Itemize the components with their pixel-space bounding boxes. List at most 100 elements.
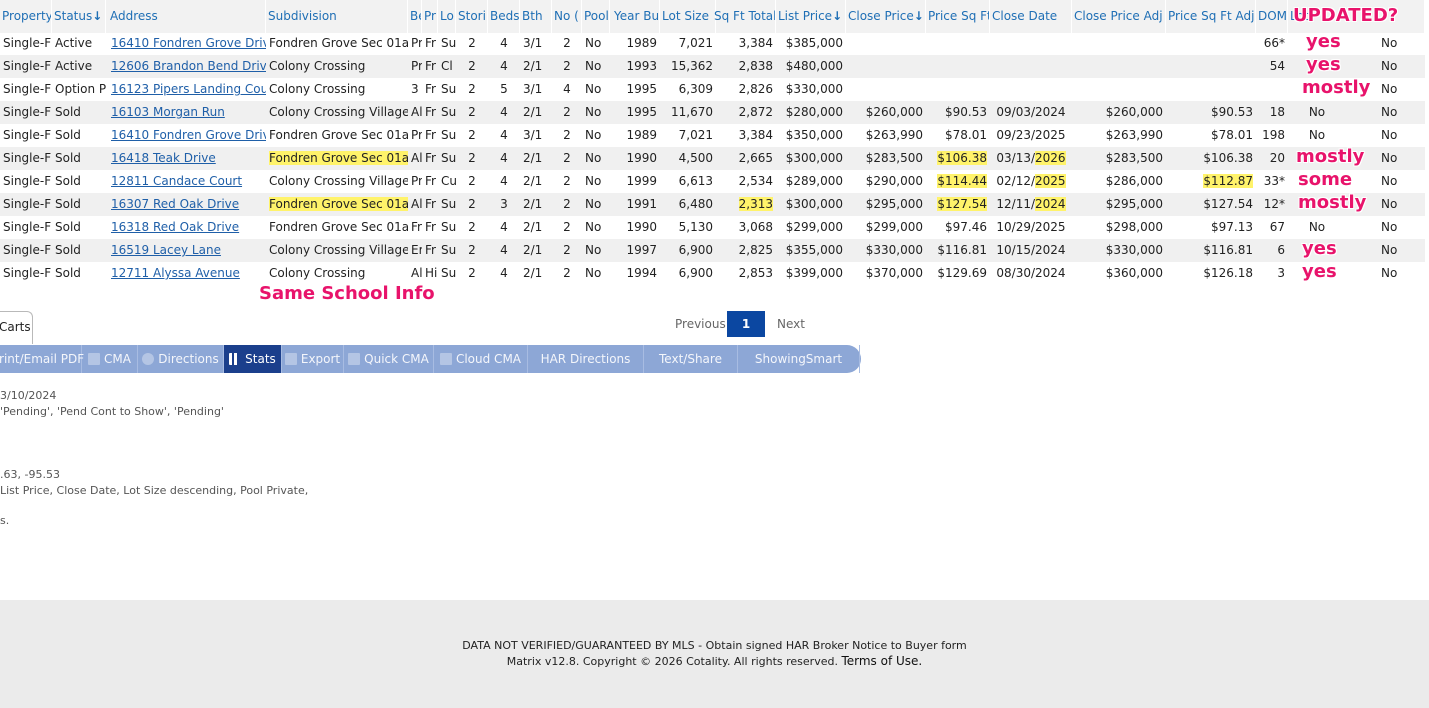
table-cell: 4: [488, 262, 520, 285]
address-link[interactable]: 16418 Teak Drive: [111, 151, 216, 165]
toolbar-button[interactable]: Directions: [138, 345, 224, 373]
table-cell: $78.01: [1166, 124, 1256, 147]
column-header[interactable]: Bth: [520, 0, 552, 33]
column-header[interactable]: Beds: [488, 0, 520, 33]
column-header[interactable]: List Price↓: [776, 0, 846, 33]
toolbar-button[interactable]: Export: [282, 345, 344, 373]
toolbar-button[interactable]: Cloud CMA: [434, 345, 528, 373]
table-row[interactable]: Single-F Sold 12811 Candace Court Colony Cr…: [0, 170, 1425, 193]
table-row[interactable]: Single-F Sold 16318 Red Oak Drive Fondren G…: [0, 216, 1425, 239]
current-page[interactable]: 1: [727, 311, 765, 337]
terms-link[interactable]: Terms of Use.: [841, 654, 922, 668]
cell-value: 2: [468, 128, 476, 142]
cell-value: No: [1381, 174, 1398, 188]
cell-value: 4: [500, 243, 508, 257]
cell-value: No: [1381, 36, 1398, 50]
table-cell: 16318 Red Oak Drive: [108, 216, 266, 239]
toolbar-button[interactable]: ShowingSmart: [738, 345, 860, 373]
toolbar-button[interactable]: Text/Share: [644, 345, 738, 373]
table-cell: 2: [456, 55, 488, 78]
table-cell: $330,000: [846, 239, 926, 262]
column-header[interactable]: Year Bu: [612, 0, 660, 33]
cell-value: Sold: [55, 151, 81, 165]
table-cell: No: [582, 193, 610, 216]
cell-value: 3: [500, 197, 508, 211]
next-page-link[interactable]: Next: [777, 311, 805, 337]
table-row[interactable]: Single-F Sold 16410 Fondren Grove Drive Fon…: [0, 124, 1425, 147]
address-link[interactable]: 16307 Red Oak Drive: [111, 197, 239, 211]
cell-value: 2,853: [738, 266, 773, 280]
column-header[interactable]: Close Price Adj: [1072, 0, 1166, 33]
table-row[interactable]: Single-F Sold 16519 Lacey Lane Colony Cross…: [0, 239, 1425, 262]
column-header[interactable]: Be: [408, 0, 422, 33]
cell-value: 1993: [626, 59, 657, 73]
address-link[interactable]: 16410 Fondren Grove Drive: [111, 128, 266, 142]
cell-value: $360,000: [1105, 266, 1163, 280]
previous-page-link[interactable]: Previous: [675, 311, 726, 337]
column-header[interactable]: Status↓: [52, 0, 106, 33]
table-cell: 3,384: [712, 32, 776, 55]
sort-descending-icon[interactable]: ↓: [832, 9, 842, 23]
table-cell: Fondren Grove Sec 01a F: [266, 216, 408, 239]
cell-value: Sold: [55, 174, 81, 188]
address-link[interactable]: 16123 Pipers Landing Court: [111, 82, 266, 96]
column-header[interactable]: Address: [108, 0, 266, 33]
column-header[interactable]: Property: [0, 0, 52, 33]
column-header[interactable]: Stori: [456, 0, 488, 33]
address-link[interactable]: 12811 Candace Court: [111, 174, 242, 188]
table-row[interactable]: Single-F Active 12606 Brandon Bend Drive Co…: [0, 55, 1425, 78]
row-note: some: [1298, 169, 1353, 190]
cell-value: $283,500: [865, 151, 923, 165]
column-header[interactable]: Pool: [582, 0, 610, 33]
table-cell: 4: [488, 124, 520, 147]
cell-value: 2: [563, 36, 571, 50]
column-header[interactable]: DOM: [1256, 0, 1288, 33]
cell-value: 2: [468, 59, 476, 73]
column-header[interactable]: Lot Size: [660, 0, 716, 33]
table-row[interactable]: Single-F Active 16410 Fondren Grove Drive F…: [0, 32, 1425, 55]
cell-value: 2: [563, 151, 571, 165]
column-header[interactable]: Lo: [438, 0, 456, 33]
table-cell: $106.38: [1166, 147, 1256, 170]
cell-value: Fr: [411, 220, 422, 234]
address-link[interactable]: 16103 Morgan Run: [111, 105, 225, 119]
table-row[interactable]: Single-F Sold 12711 Alyssa Avenue Colony Cr…: [0, 262, 1425, 285]
column-header[interactable]: Close Price↓: [846, 0, 926, 33]
table-cell: 12606 Brandon Bend Drive: [108, 55, 266, 78]
column-header[interactable]: Subdivision: [266, 0, 408, 33]
column-header[interactable]: Close Date: [990, 0, 1072, 33]
cell-value-highlight: 2026: [1035, 151, 1066, 165]
address-link[interactable]: 16410 Fondren Grove Drive: [111, 36, 266, 50]
address-link[interactable]: 12711 Alyssa Avenue: [111, 266, 240, 280]
toolbar-button[interactable]: Stats: [224, 345, 282, 373]
toolbar-button[interactable]: CMA: [82, 345, 138, 373]
tab-carts[interactable]: Carts: [0, 311, 33, 344]
cell-value: 4: [500, 128, 508, 142]
table-cell: $300,000: [776, 193, 846, 216]
table-row[interactable]: Single-F Sold 16103 Morgan Run Colony Cross…: [0, 101, 1425, 124]
sort-descending-icon[interactable]: ↓: [92, 9, 102, 23]
table-row[interactable]: Single-F Sold 16307 Red Oak Drive Fondren G…: [0, 193, 1425, 216]
table-cell: 2: [456, 101, 488, 124]
sort-descending-icon[interactable]: ↓: [914, 9, 924, 23]
column-header[interactable]: Price Sq Ft Adj: [1166, 0, 1256, 33]
table-row[interactable]: Single-FOption Pe 16123 Pipers Landing Co…: [0, 78, 1425, 101]
table-cell: 7,021: [660, 32, 716, 55]
column-header[interactable]: Price Sq Ft: [926, 0, 990, 33]
table-cell: 2: [456, 170, 488, 193]
address-link[interactable]: 16519 Lacey Lane: [111, 243, 221, 257]
table-cell: 1997: [612, 239, 660, 262]
address-link[interactable]: 12606 Brandon Bend Drive: [111, 59, 266, 73]
table-row[interactable]: Single-F Sold 16418 Teak Drive Fondren Grov…: [0, 147, 1425, 170]
table-cell: $260,000: [846, 101, 926, 124]
toolbar-button[interactable]: Quick CMA: [344, 345, 434, 373]
toolbar-button[interactable]: Print/Email PDF: [0, 345, 84, 373]
column-header[interactable]: No (: [552, 0, 582, 33]
address-link[interactable]: 16318 Red Oak Drive: [111, 220, 239, 234]
table-cell: 09/23/2025: [990, 124, 1072, 147]
table-cell: 12711 Alyssa Avenue: [108, 262, 266, 285]
table-cell: Pr: [408, 55, 422, 78]
toolbar-button[interactable]: HAR Directions: [528, 345, 644, 373]
column-header[interactable]: Pr: [422, 0, 438, 33]
column-header[interactable]: Sq Ft Total: [712, 0, 776, 33]
